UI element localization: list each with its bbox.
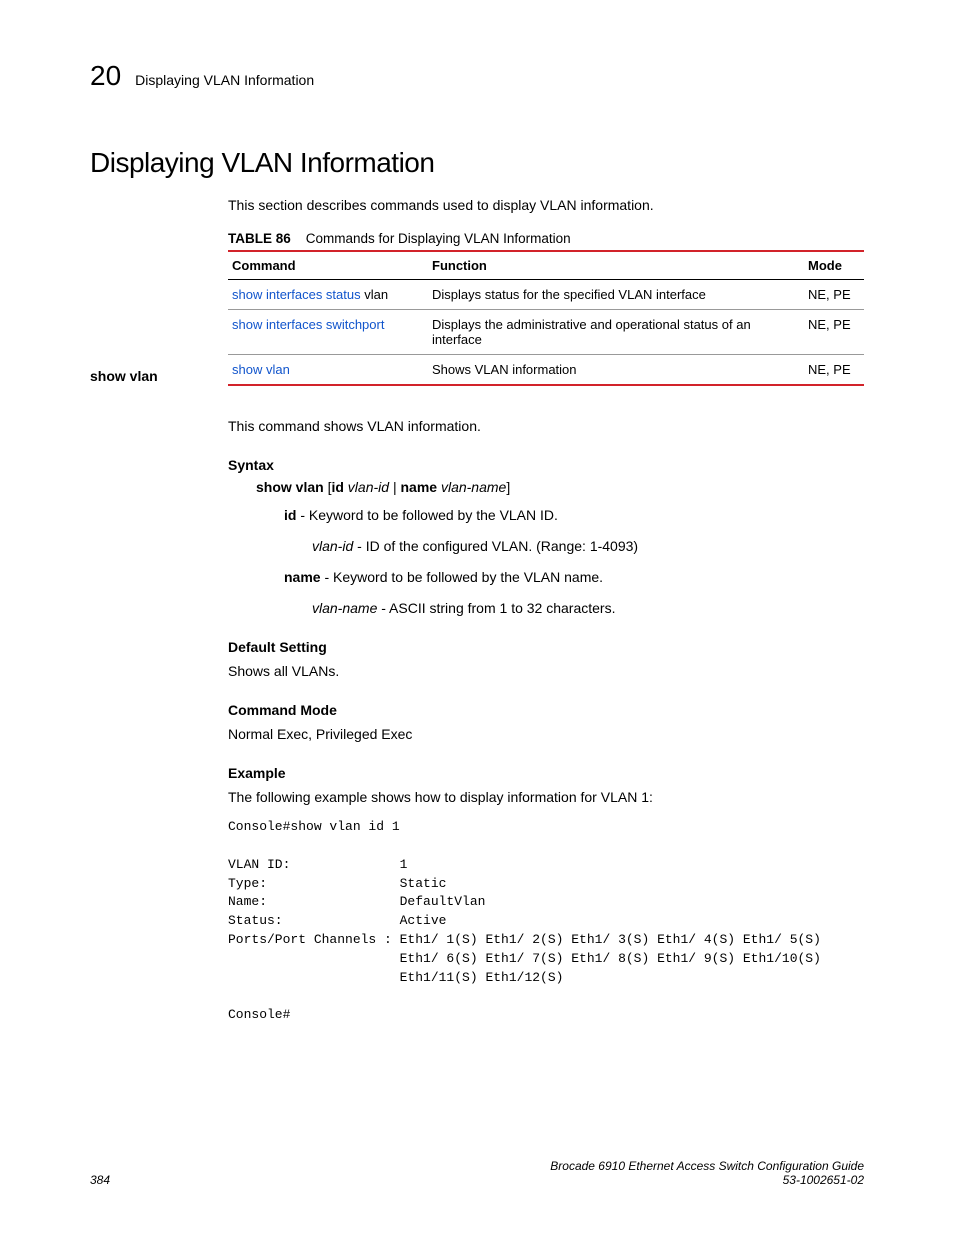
intro-text: This section describes commands used to … (228, 197, 864, 213)
sidebar-command-label: show vlan (90, 368, 158, 384)
th-function: Function (428, 251, 804, 280)
console-output: Console#show vlan id 1 VLAN ID: 1 Type: … (228, 818, 864, 1025)
footer-docnum: 53-1002651-02 (550, 1173, 864, 1187)
cmd-function: Displays the administrative and operatio… (428, 310, 804, 355)
cmd-link[interactable]: show interfaces switchport (232, 317, 384, 332)
table-row: show interfaces switchport Displays the … (228, 310, 864, 355)
cmd-tail: vlan (361, 287, 388, 302)
syntax-vlanid: vlan-id - ID of the configured VLAN. (Ra… (312, 536, 864, 557)
main-heading: Displaying VLAN Information (90, 147, 864, 179)
commands-table: Command Function Mode show interfaces st… (228, 250, 864, 386)
syntax-name: name - Keyword to be followed by the VLA… (284, 567, 864, 588)
header-title: Displaying VLAN Information (135, 72, 314, 88)
cmd-mode: NE, PE (804, 280, 864, 310)
page-header: 20 Displaying VLAN Information (90, 60, 864, 92)
command-description: This command shows VLAN information. (228, 416, 864, 437)
example-heading: Example (228, 765, 864, 781)
cmd-mode: NE, PE (804, 310, 864, 355)
table-caption: TABLE 86 Commands for Displaying VLAN In… (228, 231, 864, 246)
cmdmode-heading: Command Mode (228, 702, 864, 718)
th-command: Command (228, 251, 428, 280)
chapter-number: 20 (90, 60, 121, 92)
syntax-heading: Syntax (228, 457, 864, 473)
table-caption-text: Commands for Displaying VLAN Information (306, 231, 571, 246)
cmdmode-text: Normal Exec, Privileged Exec (228, 724, 864, 745)
example-text: The following example shows how to displ… (228, 787, 864, 808)
default-heading: Default Setting (228, 639, 864, 655)
table-label: TABLE 86 (228, 231, 291, 246)
page-number: 384 (90, 1173, 110, 1187)
cmd-function: Shows VLAN information (428, 355, 804, 386)
cmd-function: Displays status for the specified VLAN i… (428, 280, 804, 310)
cmd-mode: NE, PE (804, 355, 864, 386)
syntax-id: id - Keyword to be followed by the VLAN … (284, 505, 864, 526)
syntax-vlanname: vlan-name - ASCII string from 1 to 32 ch… (312, 598, 864, 619)
syntax-line: show vlan [id vlan-id | name vlan-name] (256, 479, 864, 495)
table-row: show interfaces status vlan Displays sta… (228, 280, 864, 310)
table-row: show vlan Shows VLAN information NE, PE (228, 355, 864, 386)
cmd-link[interactable]: show vlan (232, 362, 290, 377)
th-mode: Mode (804, 251, 864, 280)
footer-book: Brocade 6910 Ethernet Access Switch Conf… (550, 1159, 864, 1173)
page-footer: 384 Brocade 6910 Ethernet Access Switch … (90, 1159, 864, 1187)
cmd-link[interactable]: show interfaces status (232, 287, 361, 302)
default-text: Shows all VLANs. (228, 661, 864, 682)
